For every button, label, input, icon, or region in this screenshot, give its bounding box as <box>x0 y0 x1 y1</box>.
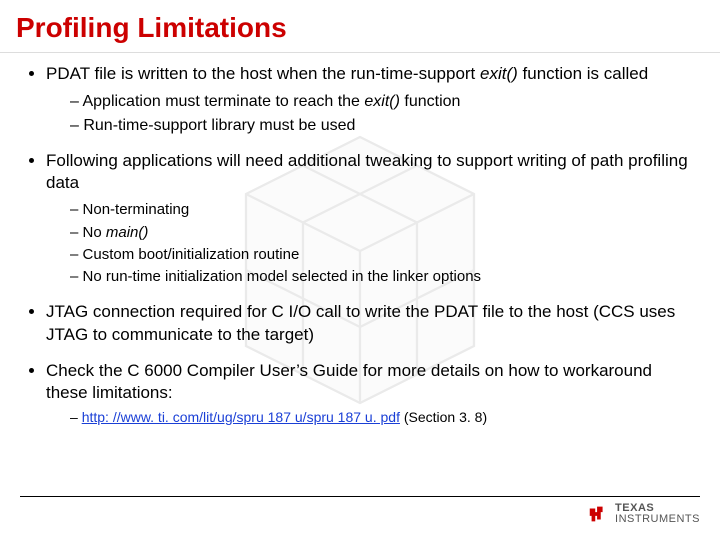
bullet-1-sub-1: Application must terminate to reach the … <box>70 91 696 113</box>
bullet-4-sublist: http: //www. ti. com/lit/ug/spru 187 u/s… <box>46 408 696 427</box>
bullet-4: Check the C 6000 Compiler User’s Guide f… <box>46 360 696 427</box>
bullet-2: Following applications will need additio… <box>46 150 696 287</box>
ti-chip-icon <box>587 503 609 525</box>
bullet-1-sub-1-post: function <box>400 93 460 110</box>
bullet-1-text-post: function is called <box>518 64 648 83</box>
bullet-1-em: exit() <box>480 64 518 83</box>
slide-body: PDAT file is written to the host when th… <box>0 53 720 427</box>
slide: Profiling Limitations PDAT file is writt… <box>0 0 720 540</box>
ti-logo: TEXAS INSTRUMENTS <box>587 503 700 525</box>
bullet-2-text: Following applications will need additio… <box>46 151 688 192</box>
bullet-2-sublist: Non-terminating No main() Custom boot/in… <box>46 200 696 287</box>
bullet-1-sub-1-pre: Application must terminate to reach the <box>82 93 364 110</box>
bullet-3: JTAG connection required for C I/O call … <box>46 301 696 345</box>
footer: TEXAS INSTRUMENTS <box>20 496 700 530</box>
bullet-2-sub-2-pre: No <box>83 224 106 241</box>
bullet-1-sub-1-em: exit() <box>364 93 400 110</box>
reference-link[interactable]: http: //www. ti. com/lit/ug/spru 187 u/s… <box>82 409 400 425</box>
bullet-2-sub-2-em: main() <box>106 224 149 241</box>
bullet-list: PDAT file is written to the host when th… <box>24 63 696 427</box>
reference-link-suffix: (Section 3. 8) <box>400 409 487 425</box>
ti-brand-line2: INSTRUMENTS <box>615 514 700 525</box>
ti-brand-line1: TEXAS <box>615 503 700 514</box>
bullet-1-sublist: Application must terminate to reach the … <box>46 91 696 136</box>
bullet-2-sub-3: Custom boot/initialization routine <box>70 245 696 265</box>
bullet-1-text-pre: PDAT file is written to the host when th… <box>46 64 480 83</box>
ti-logo-text: TEXAS INSTRUMENTS <box>615 503 700 525</box>
bullet-1: PDAT file is written to the host when th… <box>46 63 696 136</box>
bullet-1-sub-2: Run-time-support library must be used <box>70 115 696 137</box>
bullet-4-text: Check the C 6000 Compiler User’s Guide f… <box>46 361 652 402</box>
bullet-2-sub-1: Non-terminating <box>70 200 696 220</box>
bullet-2-sub-2: No main() <box>70 223 696 243</box>
bullet-2-sub-4: No run-time initialization model selecte… <box>70 267 696 287</box>
bullet-4-sub-1: http: //www. ti. com/lit/ug/spru 187 u/s… <box>70 408 696 427</box>
slide-title: Profiling Limitations <box>0 0 720 53</box>
